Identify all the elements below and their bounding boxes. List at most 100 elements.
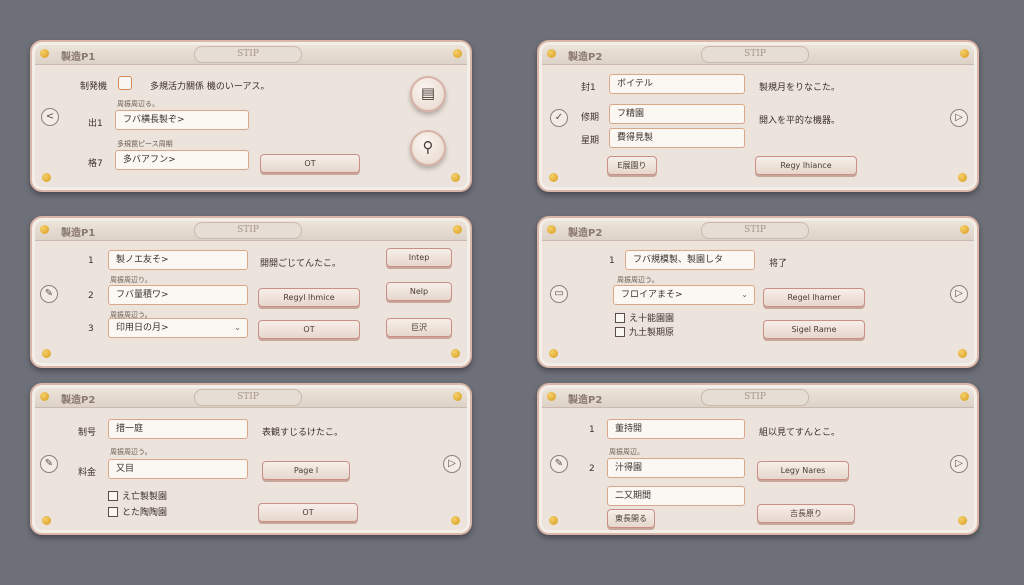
action-button[interactable]: Sigel Rame xyxy=(763,320,865,339)
field-label: 修期 xyxy=(581,113,600,123)
corner-dot-icon xyxy=(958,173,967,182)
checkbox[interactable] xyxy=(615,313,625,323)
corner-dot-icon xyxy=(42,173,51,182)
row-number: 1 xyxy=(88,256,94,266)
field-label: 料金 xyxy=(78,468,97,478)
panel-title: 製造P2 xyxy=(568,228,603,239)
corner-dot-icon xyxy=(958,516,967,525)
text-input[interactable]: 多バアフン> xyxy=(115,150,249,170)
select-value: 印用日の月> xyxy=(116,323,169,333)
title-bar: 製造P2 STIP xyxy=(542,221,974,241)
corner-dot-icon xyxy=(453,392,462,401)
corner-dot-icon xyxy=(40,225,49,234)
title-bar: 製造P2 STIP xyxy=(542,388,974,408)
page-button[interactable]: Page l xyxy=(262,461,350,480)
description-text: 多規活力關係 機のいーアス。 xyxy=(150,82,270,92)
corner-dot-icon xyxy=(40,392,49,401)
primary-button[interactable]: 吉長原り xyxy=(757,504,855,523)
text-input[interactable]: フ精園 xyxy=(609,104,745,124)
side-button[interactable]: Nelp xyxy=(386,282,452,301)
checkbox[interactable] xyxy=(118,76,132,90)
text-input[interactable]: ボイテル xyxy=(609,74,745,94)
corner-dot-icon xyxy=(40,49,49,58)
action-button[interactable]: Regel lhamer xyxy=(763,288,865,307)
pen-icon[interactable]: ✎ xyxy=(40,285,58,303)
nav-left-button[interactable]: < xyxy=(41,108,59,126)
checkbox[interactable] xyxy=(108,507,118,517)
ok-button[interactable]: OT xyxy=(258,503,358,522)
side-button[interactable]: Intep xyxy=(386,248,452,267)
corner-dot-icon xyxy=(960,225,969,234)
corner-dot-icon xyxy=(549,516,558,525)
corner-dot-icon xyxy=(549,349,558,358)
text-input[interactable]: フバ横長製ぞ> xyxy=(115,110,249,130)
row-number: 3 xyxy=(88,324,94,334)
corner-dot-icon xyxy=(451,516,460,525)
title-pill: STIP xyxy=(701,46,809,63)
title-bar: 製造P2 STIP xyxy=(542,45,974,65)
save-icon[interactable]: ▤ xyxy=(410,76,446,112)
nav-right-button[interactable]: ▷ xyxy=(950,285,968,303)
ok-button[interactable]: OT xyxy=(260,154,360,173)
ok-button[interactable]: OT xyxy=(258,320,360,339)
description-text: 表観すじるけたこ。 xyxy=(262,428,344,438)
wrench-icon[interactable]: ⚲ xyxy=(410,130,446,166)
pen-icon[interactable]: ✎ xyxy=(550,455,568,473)
small-button[interactable]: E展園り xyxy=(607,156,657,175)
checkbox-label: とた陶陶園 xyxy=(122,508,168,518)
title-pill: STIP xyxy=(701,222,809,239)
select-input[interactable]: 印用日の月> ⌄ xyxy=(108,318,248,338)
text-input[interactable]: 措一庭 xyxy=(108,419,248,439)
corner-dot-icon xyxy=(549,173,558,182)
side-button[interactable]: 巨沢 xyxy=(386,318,452,337)
text-input[interactable]: フバ量積ワ> xyxy=(108,285,248,305)
helper-text: 周振周辺。 xyxy=(609,448,644,456)
nav-right-button[interactable]: ▷ xyxy=(443,455,461,473)
primary-button[interactable]: Regy lhiance xyxy=(755,156,857,175)
checkbox[interactable] xyxy=(615,327,625,337)
text-input[interactable]: 汁得園 xyxy=(607,458,745,478)
panel-title: 製造P2 xyxy=(61,395,96,406)
panel-5: 製造P2 STIP ✎ ▷ 制号 措一庭 表観すじるけたこ。 周振周辺う。 料金… xyxy=(30,383,472,535)
text-input[interactable]: 董持開 xyxy=(607,419,745,439)
corner-dot-icon xyxy=(547,225,556,234)
nav-right-button[interactable]: ▷ xyxy=(950,455,968,473)
helper-text: 周振周辺る。 xyxy=(117,100,159,108)
text-input[interactable]: 製ノエ友そ> xyxy=(108,250,248,270)
small-button[interactable]: 東長開る xyxy=(607,509,655,528)
text-input[interactable]: 費得見製 xyxy=(609,128,745,148)
title-pill: STIP xyxy=(701,389,809,406)
field-label: 制発機 xyxy=(80,82,108,92)
text-input[interactable]: 又目 xyxy=(108,459,248,479)
field-label: 出1 xyxy=(88,119,103,129)
chevron-down-icon: ⌄ xyxy=(234,323,241,332)
panel-1: 製造P1 STIP < 制発機 多規活力關係 機のいーアス。 周振周辺る。 出1… xyxy=(30,40,472,192)
corner-dot-icon xyxy=(453,49,462,58)
panel-title: 製造P1 xyxy=(61,52,96,63)
chevron-down-icon: ⌄ xyxy=(741,290,748,299)
panel-title: 製造P1 xyxy=(61,228,96,239)
check-icon[interactable]: ✓ xyxy=(550,109,568,127)
select-input[interactable]: フロイアまそ> ⌄ xyxy=(613,285,755,305)
description-text: 製規月をりなこた。 xyxy=(759,83,841,93)
panel-3: 製造P1 STIP ✎ 1 製ノエ友そ> 開開ごじてんたこ。 Intep 周振周… xyxy=(30,216,472,368)
middle-button[interactable]: Regyl lhmice xyxy=(258,288,360,307)
checkbox-label: え亡製製園 xyxy=(122,492,168,502)
corner-dot-icon xyxy=(453,225,462,234)
nav-right-button[interactable]: ▷ xyxy=(950,109,968,127)
pen-icon[interactable]: ✎ xyxy=(40,455,58,473)
title-pill: STIP xyxy=(194,389,302,406)
description-text: 将了 xyxy=(769,259,788,269)
text-input[interactable]: 二又期間 xyxy=(607,486,745,506)
checkbox[interactable] xyxy=(108,491,118,501)
panel-4: 製造P2 STIP ▭ ▷ 1 フバ規模製、製園しタ 将了 周振周辺う。 フロイ… xyxy=(537,216,979,368)
helper-text: 周振周辺う。 xyxy=(617,276,659,284)
checkbox-label: 九土製期原 xyxy=(629,328,675,338)
corner-dot-icon xyxy=(547,49,556,58)
corner-dot-icon xyxy=(42,516,51,525)
description-text: 開入を平的な機器。 xyxy=(759,116,841,126)
text-input[interactable]: フバ規模製、製園しタ xyxy=(625,250,755,270)
window-icon[interactable]: ▭ xyxy=(550,285,568,303)
action-button[interactable]: Legy Nares xyxy=(757,461,849,480)
corner-dot-icon xyxy=(960,49,969,58)
